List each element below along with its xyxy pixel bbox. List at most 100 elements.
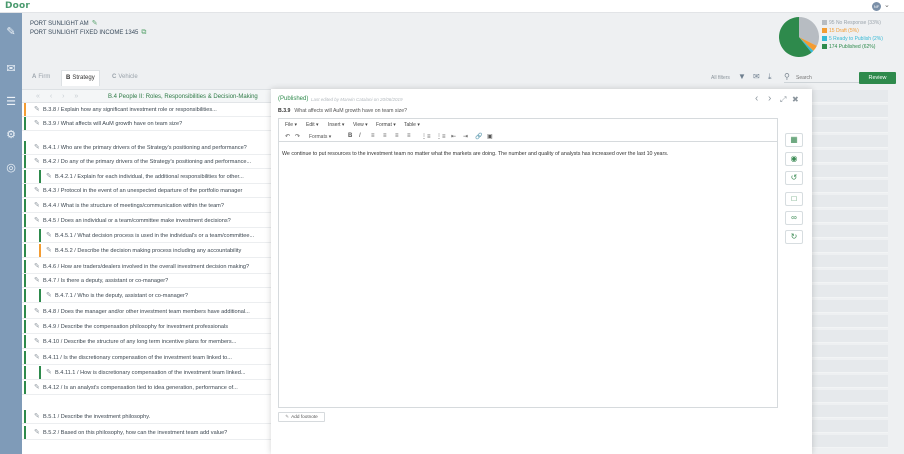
download-icon[interactable]: ⤓ xyxy=(768,72,772,82)
question-row[interactable]: ✎ B.4.2.1 / Explain for each individual, … xyxy=(22,170,282,184)
align-right-icon[interactable]: ≡ xyxy=(395,133,399,139)
history-icon[interactable]: ↺ xyxy=(785,171,803,185)
rail-settings-icon[interactable]: ⚙ xyxy=(4,128,18,142)
edit-icon[interactable]: ✎ xyxy=(34,201,40,209)
menu-format[interactable]: Format ▾ xyxy=(376,122,396,128)
question-text: B.4.3 / Protocol in the event of an unex… xyxy=(43,188,243,194)
section-nav-arrows[interactable]: « ‹ › » xyxy=(36,93,82,100)
edit-icon[interactable]: ✎ xyxy=(34,186,40,194)
previous-question-icon[interactable]: ‹ xyxy=(755,93,758,104)
save-icon[interactable]: ▦ xyxy=(785,133,803,147)
edit-icon[interactable]: ✎ xyxy=(34,143,40,151)
edit-icon[interactable]: ✎ xyxy=(34,412,40,420)
question-row[interactable]: ✎ B.4.12 / Is an analyst's compensation t… xyxy=(22,381,282,395)
menu-insert[interactable]: Insert ▾ xyxy=(328,122,344,128)
edit-icon[interactable]: ✎ xyxy=(34,307,40,315)
filter-icon[interactable]: ▼ xyxy=(738,72,746,81)
question-row[interactable]: ✎ B.4.1 / Who are the primary drivers of … xyxy=(22,141,282,155)
expand-icon[interactable]: ⤢ xyxy=(780,95,786,105)
align-justify-icon[interactable]: ≡ xyxy=(407,133,411,139)
question-row[interactable]: ✎ B.3.9 / What affects will AuM growth ha… xyxy=(22,117,282,131)
edit-icon[interactable]: ✎ xyxy=(46,368,52,376)
bullet-list-icon[interactable]: ⋮≡ xyxy=(421,133,431,140)
bold-icon[interactable]: B xyxy=(348,133,352,139)
document-icon[interactable]: □ xyxy=(785,192,803,206)
indent-icon[interactable]: ⇥ xyxy=(463,133,468,140)
redo-icon[interactable]: ↷ xyxy=(295,133,300,140)
close-icon[interactable]: ✖ xyxy=(792,95,799,104)
link-icon[interactable]: 🔗 xyxy=(475,133,482,140)
rail-chat-icon[interactable]: ✉ xyxy=(4,62,18,76)
add-footnote-button[interactable]: ✎ Add footnote xyxy=(278,412,325,422)
edit-icon[interactable]: ✎ xyxy=(34,428,40,436)
formats-dropdown[interactable]: Formats ▾ xyxy=(309,134,331,140)
next-question-icon[interactable]: › xyxy=(768,93,771,104)
copy-icon[interactable]: ⧉ xyxy=(141,29,146,36)
question-row[interactable]: ✎ B.4.11.1 / How is discretionary compens… xyxy=(22,366,282,380)
edit-icon[interactable]: ✎ xyxy=(34,337,40,345)
edit-icon[interactable]: ✎ xyxy=(34,383,40,391)
menu-file[interactable]: File ▾ xyxy=(285,122,297,128)
comment-icon[interactable]: ✉ xyxy=(753,72,760,81)
menu-edit[interactable]: Edit ▾ xyxy=(306,122,319,128)
edit-icon[interactable]: ✎ xyxy=(34,119,40,127)
question-row[interactable]: ✎ B.4.10 / Describe the structure of any … xyxy=(22,335,282,349)
question-row[interactable]: ✎ B.4.6 / How are traders/dealers involve… xyxy=(22,260,282,274)
user-avatar[interactable]: NF xyxy=(872,2,881,11)
edit-icon[interactable]: ✎ xyxy=(46,172,52,180)
question-row[interactable]: ✎ B.4.7 / Is there a deputy, assistant or… xyxy=(22,274,282,288)
question-row[interactable]: ✎ B.4.3 / Protocol in the event of an une… xyxy=(22,184,282,198)
tab-strategy[interactable]: B Strategy xyxy=(61,70,100,86)
all-filters-label[interactable]: All filters xyxy=(711,75,730,81)
menu-view[interactable]: View ▾ xyxy=(353,122,368,128)
align-left-icon[interactable]: ≡ xyxy=(371,133,375,139)
align-center-icon[interactable]: ≡ xyxy=(383,133,387,139)
edit-icon[interactable]: ✎ xyxy=(34,216,40,224)
undo-icon[interactable]: ↶ xyxy=(285,133,290,140)
edit-icon[interactable]: ✎ xyxy=(34,276,40,284)
edit-icon[interactable]: ✎ xyxy=(34,105,40,113)
numbered-list-icon[interactable]: ⋮≡ xyxy=(436,133,446,140)
image-icon[interactable]: ▣ xyxy=(487,133,493,140)
rich-text-editor[interactable]: File ▾ Edit ▾ Insert ▾ View ▾ Format ▾ T… xyxy=(278,118,778,408)
italic-icon[interactable]: I xyxy=(359,133,361,139)
edit-icon[interactable]: ✎ xyxy=(46,246,52,254)
edit-icon[interactable]: ✎ xyxy=(34,322,40,330)
question-row[interactable]: ✎ B.4.2 / Do any of the primary drivers o… xyxy=(22,155,282,169)
rail-support-icon[interactable]: ◎ xyxy=(4,161,18,175)
question-row[interactable]: ✎ B.4.5.2 / Describe the decision making … xyxy=(22,244,282,258)
snapshot-icon[interactable]: ◉ xyxy=(785,152,803,166)
edit-icon[interactable]: ✎ xyxy=(46,231,52,239)
tab-vehicle[interactable]: C Vehicle xyxy=(108,72,142,82)
edit-icon[interactable]: ✎ xyxy=(92,20,98,27)
menu-table[interactable]: Table ▾ xyxy=(404,122,420,128)
legend-label: 5 Ready to Publish (2%) xyxy=(829,36,883,42)
answer-content[interactable]: We continue to put resources to the inve… xyxy=(282,151,772,157)
question-text: B.4.4 / What is the structure of meeting… xyxy=(43,203,224,209)
question-row[interactable]: ✎ B.5.1 / Describe the investment philoso… xyxy=(22,410,282,424)
tab-firm[interactable]: A Firm xyxy=(28,72,54,82)
review-button[interactable]: Review xyxy=(859,72,896,84)
rail-reports-icon[interactable]: ☰ xyxy=(4,95,18,109)
question-row[interactable]: ✎ B.4.8 / Does the manager and/or other i… xyxy=(22,305,282,319)
question-row[interactable]: ✎ B.4.4 / What is the structure of meetin… xyxy=(22,199,282,213)
question-row[interactable]: ✎ B.4.7.1 / Who is the deputy, assistant … xyxy=(22,289,282,303)
question-row[interactable]: ✎ B.4.5 / Does an individual or a team/co… xyxy=(22,214,282,228)
chevron-down-icon[interactable]: ⌄ xyxy=(884,1,890,9)
question-row[interactable]: ✎ B.3.8 / Explain how any significant inv… xyxy=(22,103,282,117)
edit-icon[interactable]: ✎ xyxy=(46,291,52,299)
app-logo[interactable]: Door xyxy=(5,1,30,11)
answer-preview-cell xyxy=(812,105,888,118)
rail-documents-icon[interactable]: ✎ xyxy=(4,25,18,39)
question-row[interactable]: ✎ B.4.9 / Describe the compensation philo… xyxy=(22,320,282,334)
revert-icon[interactable]: ↻ xyxy=(785,230,803,244)
edit-icon[interactable]: ✎ xyxy=(34,353,40,361)
answer-preview-cell xyxy=(812,330,888,343)
link-icon[interactable]: ∞ xyxy=(785,211,803,225)
outdent-icon[interactable]: ⇤ xyxy=(451,133,456,140)
edit-icon[interactable]: ✎ xyxy=(34,262,40,270)
edit-icon[interactable]: ✎ xyxy=(34,157,40,165)
question-row[interactable]: ✎ B.4.11 / Is the discretionary compensat… xyxy=(22,351,282,365)
question-row[interactable]: ✎ B.5.2 / Based on this philosophy, how c… xyxy=(22,426,282,440)
question-row[interactable]: ✎ B.4.5.1 / What decision process is used… xyxy=(22,229,282,243)
